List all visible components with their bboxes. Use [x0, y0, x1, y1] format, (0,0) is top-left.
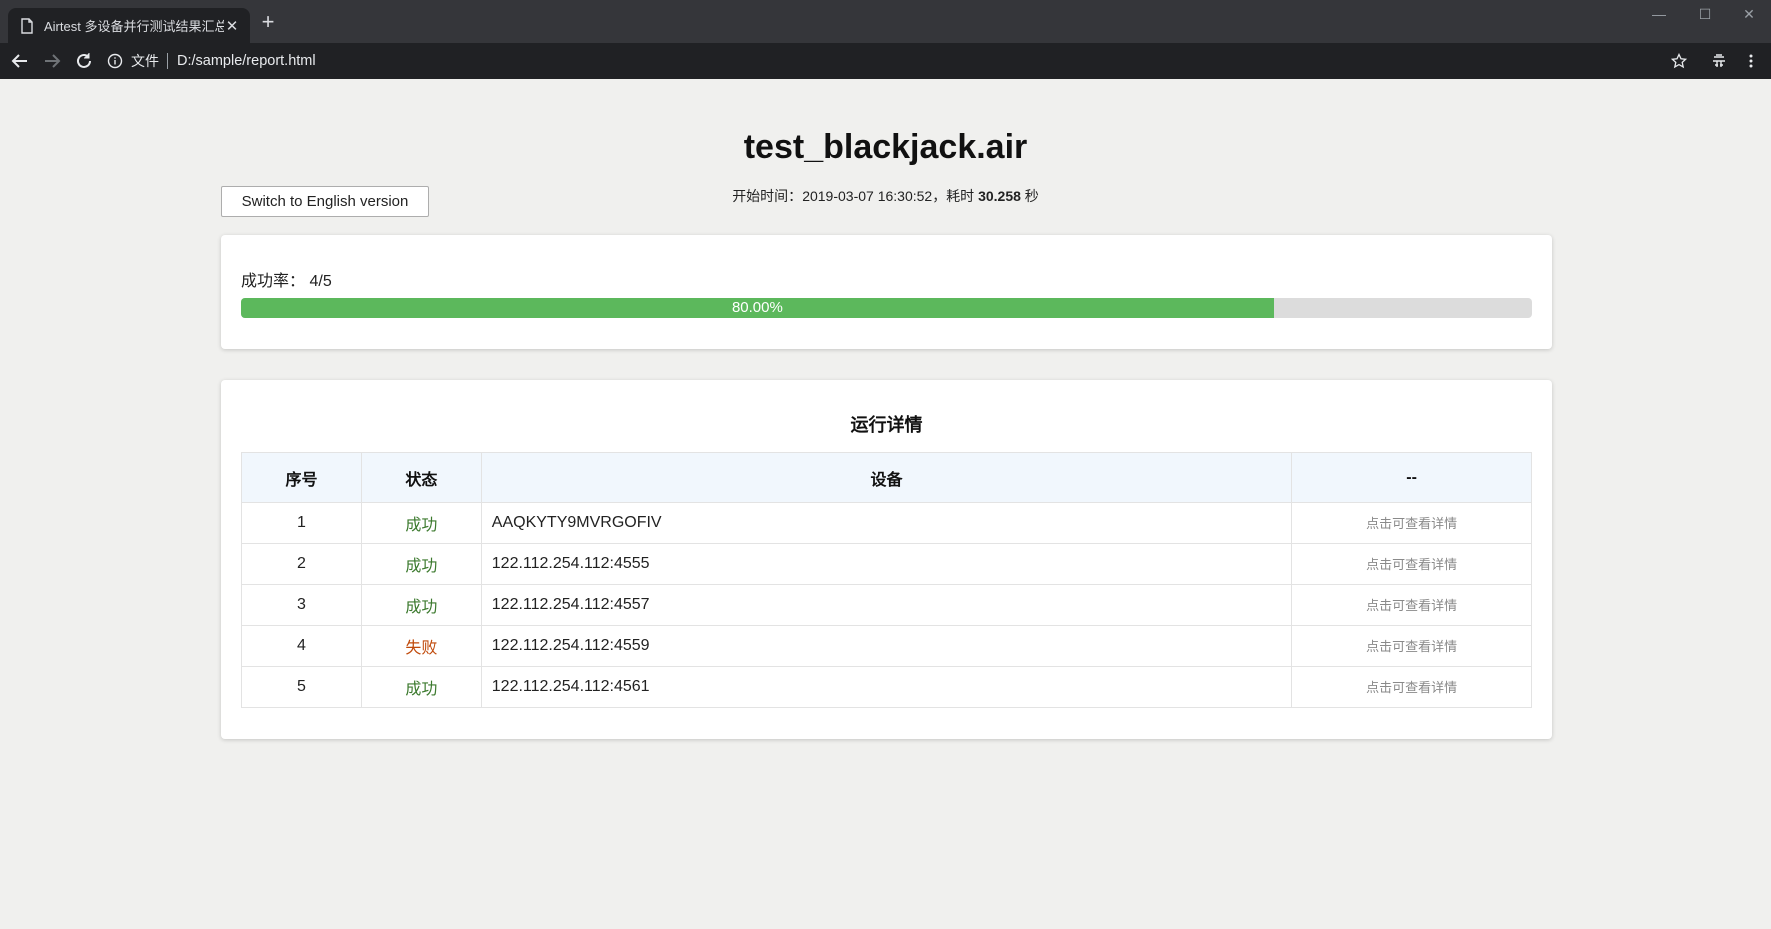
new-tab-button[interactable]: + [258, 11, 278, 33]
page-icon [21, 17, 33, 34]
maximize-button[interactable]: ☐ [1685, 4, 1725, 24]
row-device: 122.112.254.112:4559 [480, 625, 1293, 667]
table-header-row: 序号 状态 设备 -- [241, 452, 1532, 503]
switch-language-button[interactable]: Switch to English version [221, 186, 429, 217]
view-details-link[interactable]: 点击可查看详情 [1366, 557, 1457, 572]
column-header-status: 状态 [360, 452, 482, 503]
view-details-link[interactable]: 点击可查看详情 [1366, 639, 1457, 654]
row-index: 4 [241, 625, 362, 667]
start-label: 开始时间： [732, 188, 803, 204]
table-row: 2 成功 122.112.254.112:4555 点击可查看详情 [241, 543, 1532, 585]
column-header-device: 设备 [480, 452, 1293, 503]
row-device: 122.112.254.112:4561 [480, 666, 1293, 708]
forward-arrow-icon [45, 54, 61, 68]
reload-icon [77, 53, 91, 68]
browser-tab-strip: Airtest 多设备并行测试结果汇总 ✕ + — ☐ ✕ [0, 0, 1771, 43]
details-title: 运行详情 [850, 415, 923, 435]
row-status: 成功 [360, 666, 482, 708]
back-arrow-icon [11, 54, 27, 68]
elapsed-label: ，耗时 [932, 188, 975, 204]
row-device: AAQKYTY9MVRGOFIV [480, 502, 1293, 544]
start-time: 2019-03-07 16:30:52 [802, 188, 933, 204]
elapsed-value: 30.258 [978, 188, 1021, 204]
row-device: 122.112.254.112:4555 [480, 543, 1293, 585]
star-icon [1671, 53, 1687, 69]
browser-tab[interactable]: Airtest 多设备并行测试结果汇总 ✕ [8, 8, 250, 43]
tab-title: Airtest 多设备并行测试结果汇总 [44, 19, 224, 34]
success-rate-label: 成功率： [241, 273, 306, 290]
elapsed-unit: 秒 [1024, 188, 1039, 204]
page-title: test_blackjack.air [743, 128, 1028, 166]
table-row: 1 成功 AAQKYTY9MVRGOFIV 点击可查看详情 [241, 502, 1532, 544]
info-icon[interactable] [107, 53, 123, 69]
extension-button[interactable] [1709, 51, 1729, 71]
row-device: 122.112.254.112:4557 [480, 584, 1293, 626]
view-details-link[interactable]: 点击可查看详情 [1366, 680, 1457, 695]
scheme-label: 文件 [131, 53, 159, 69]
extension-icon [1713, 54, 1725, 67]
omnibox-divider [167, 53, 168, 69]
column-header-index: 序号 [241, 452, 362, 503]
table-row: 3 成功 122.112.254.112:4557 点击可查看详情 [241, 584, 1532, 626]
progress-text: 80.00% [731, 299, 783, 316]
bookmark-button[interactable] [1669, 51, 1689, 71]
back-button[interactable] [10, 51, 30, 71]
menu-button[interactable] [1741, 51, 1761, 71]
success-rate-value: 4/5 [309, 273, 332, 290]
row-index: 1 [241, 502, 362, 544]
table-row: 5 成功 122.112.254.112:4561 点击可查看详情 [241, 666, 1532, 708]
details-card: 运行详情 序号 状态 设备 -- 1 成功 AAQKYTY9MVRGOFIV 点… [221, 380, 1552, 739]
row-status: 成功 [360, 502, 482, 544]
forward-button[interactable] [42, 51, 62, 71]
browser-toolbar: 文件 D:/sample/report.html [0, 43, 1771, 79]
row-index: 5 [241, 666, 362, 708]
window-close-button[interactable]: ✕ [1729, 4, 1769, 24]
view-details-link[interactable]: 点击可查看详情 [1366, 516, 1457, 531]
more-vert-icon [1749, 54, 1753, 68]
address-bar[interactable]: 文件 D:/sample/report.html [107, 46, 1697, 76]
row-status: 失败 [360, 625, 482, 667]
table-row: 4 失败 122.112.254.112:4559 点击可查看详情 [241, 625, 1532, 667]
reload-button[interactable] [74, 51, 94, 71]
row-index: 2 [241, 543, 362, 585]
row-index: 3 [241, 584, 362, 626]
row-status: 成功 [360, 543, 482, 585]
minimize-button[interactable]: — [1639, 4, 1679, 24]
column-header-action: -- [1291, 452, 1532, 503]
row-status: 成功 [360, 584, 482, 626]
summary-card: 成功率： 4/5 80.00% [221, 235, 1552, 349]
results-table: 序号 状态 设备 -- 1 成功 AAQKYTY9MVRGOFIV 点击可查看详… [241, 452, 1532, 708]
tab-close-icon[interactable]: ✕ [224, 17, 240, 35]
view-details-link[interactable]: 点击可查看详情 [1366, 598, 1457, 613]
url-text[interactable]: D:/sample/report.html [177, 53, 316, 69]
success-progress-bar: 80.00% [241, 298, 1532, 318]
success-rate: 成功率： 4/5 [241, 267, 332, 291]
